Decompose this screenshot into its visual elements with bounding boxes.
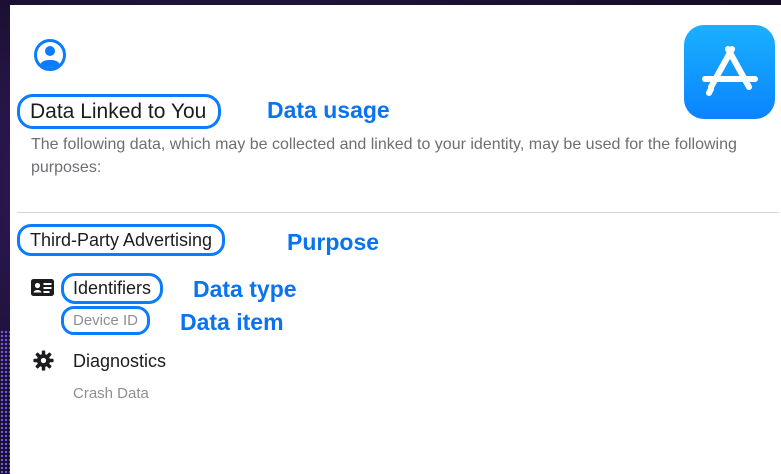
id-card-icon: [31, 279, 54, 296]
data-type-annotation: Data type: [193, 276, 297, 302]
section-title: Data Linked to You: [17, 94, 222, 129]
data-type-label: Identifiers: [61, 273, 164, 304]
divider: [17, 212, 779, 213]
section-title-text: Data Linked to You: [30, 99, 207, 123]
section-description: The following data, which may be collect…: [31, 136, 737, 176]
data-usage-annotation: Data usage: [267, 97, 390, 123]
data-item-label: Device ID: [61, 306, 151, 335]
data-item-label-text: Device ID: [73, 312, 139, 329]
purpose-label-text: Third-Party Advertising: [30, 229, 213, 250]
data-type-label-text: Identifiers: [73, 278, 152, 298]
gear-icon: [33, 350, 54, 371]
user-circle-icon: [34, 39, 66, 71]
purpose-label: Third-Party Advertising: [17, 224, 226, 256]
purpose-annotation: Purpose: [287, 229, 380, 255]
crash-data-label: Crash Data: [73, 385, 149, 402]
diagnostics-label: Diagnostics: [73, 351, 167, 371]
data-item-annotation: Data item: [180, 309, 284, 335]
app-store-icon: [684, 25, 775, 119]
privacy-card: Data Linked to You Data usage The follow…: [10, 5, 781, 474]
